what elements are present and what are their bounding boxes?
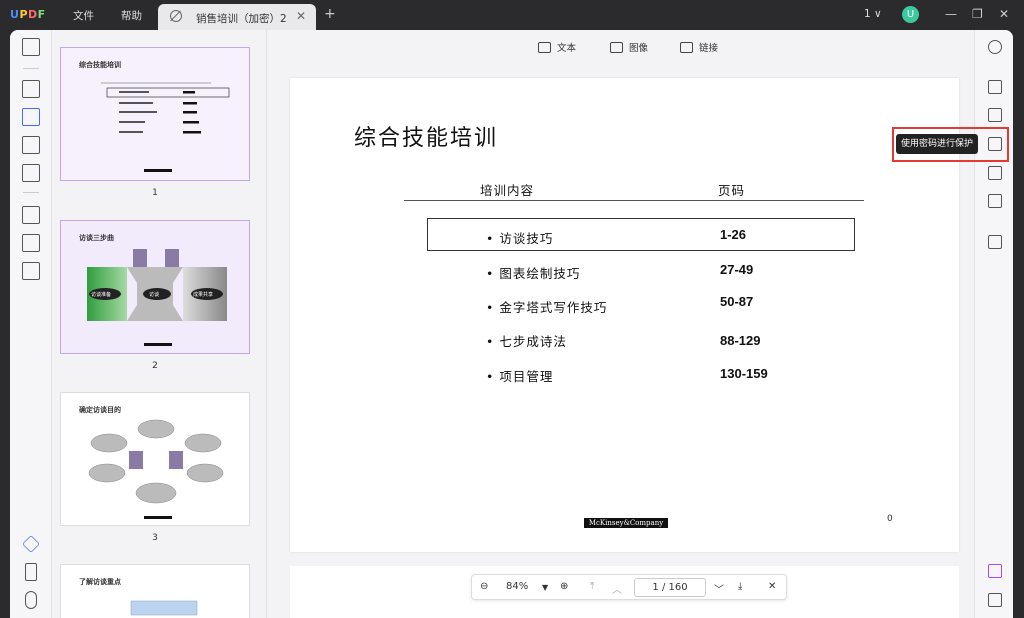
toc-pages[interactable]: 88-129 (720, 333, 760, 348)
attachment-icon[interactable] (25, 591, 37, 609)
toc-pages[interactable]: 1-26 (720, 227, 746, 242)
thumbnail-diagram (130, 600, 198, 616)
document-tab[interactable]: 销售培训（加密）2 ✕ (158, 4, 316, 30)
close-zoom-bar-icon[interactable]: ✕ (768, 581, 776, 592)
window-count-selector[interactable]: 1 ∨ (864, 8, 882, 20)
thumbnail-panel: 综合技能培训 1 访谈三步曲 访谈准备 访谈 成果共享 2 确定访谈目的 3 了… (52, 30, 267, 618)
table-header-content[interactable]: 培训内容 (480, 180, 534, 199)
comment-icon[interactable] (22, 80, 40, 98)
close-tab-icon[interactable]: ✕ (296, 9, 306, 23)
save-icon[interactable] (988, 235, 1002, 249)
page-tools-icon[interactable] (22, 206, 40, 224)
menu-help[interactable]: 帮助 (121, 8, 142, 23)
zoom-dropdown-icon[interactable]: ▼ (542, 583, 548, 592)
thumbnail-page-4[interactable]: 了解访谈重点 (60, 564, 250, 618)
toc-pages[interactable]: 27-49 (720, 262, 753, 277)
thumbnail-page-1[interactable]: 综合技能培训 (60, 47, 250, 181)
mckinsey-logo: McKinsey&Company (584, 518, 668, 528)
image-icon (610, 42, 623, 53)
toc-pages[interactable]: 130-159 (720, 366, 768, 381)
zoom-in-icon[interactable]: ⊕ (560, 581, 568, 592)
last-page-icon[interactable]: ⤓ (738, 581, 742, 592)
chevron-down-icon: ∨ (874, 8, 882, 20)
thumbnail-page-2[interactable]: 访谈三步曲 访谈准备 访谈 成果共享 (60, 220, 250, 354)
feedback-icon[interactable] (988, 593, 1002, 607)
thumbnail-content (101, 82, 230, 172)
minimize-icon[interactable]: — (945, 7, 957, 21)
text-icon (538, 42, 551, 53)
right-toolbar (974, 30, 1013, 618)
app-window: 综合技能培训 1 访谈三步曲 访谈准备 访谈 成果共享 2 确定访谈目的 3 了… (10, 30, 1013, 618)
restore-icon[interactable]: ❐ (972, 7, 983, 21)
toc-item[interactable]: • 项目管理 (486, 366, 553, 385)
form-icon[interactable] (22, 164, 40, 182)
first-page-icon[interactable]: ⤒ (590, 581, 594, 592)
toc-item[interactable]: • 七步成诗法 (486, 331, 567, 350)
thumbnail-page-3[interactable]: 确定访谈目的 (60, 392, 250, 526)
zoom-level[interactable]: 84% (506, 581, 528, 592)
ai-assistant-icon[interactable] (988, 564, 1002, 578)
toc-pages[interactable]: 50-87 (720, 294, 753, 309)
toc-item[interactable]: • 金字塔式写作技巧 (486, 297, 607, 316)
document-view: 文本 图像 链接 综合技能培训 培训内容 页码 • 访谈技巧 1-26 • 图表… (268, 30, 973, 618)
thumbnail-number: 1 (152, 188, 158, 198)
app-logo[interactable]: UPDF (10, 8, 46, 21)
thumbnail-diagram (87, 249, 227, 346)
divider (23, 192, 39, 193)
convert-icon[interactable] (988, 108, 1002, 122)
ocr-icon[interactable] (988, 80, 1002, 94)
reader-icon[interactable] (22, 38, 40, 56)
divider (23, 68, 39, 69)
new-tab-button[interactable]: + (324, 6, 336, 22)
diagram-label: 访谈准备 (91, 292, 112, 298)
document-tab-title: 销售培训（加密）2 (196, 13, 287, 25)
next-page-icon[interactable]: ﹀ (714, 581, 724, 596)
email-icon[interactable] (988, 194, 1002, 208)
avatar[interactable]: U (902, 6, 919, 23)
page-number-input[interactable]: 1 / 160 (634, 578, 706, 597)
close-window-icon[interactable]: ✕ (999, 7, 1009, 21)
add-link-button[interactable]: 链接 (680, 40, 718, 54)
no-edit-icon (170, 10, 182, 22)
menu-file[interactable]: 文件 (73, 8, 94, 23)
page-title[interactable]: 综合技能培训 (354, 120, 498, 152)
title-bar: UPDF 文件 帮助 销售培训（加密）2 ✕ + 1 ∨ U — ❐ ✕ (0, 0, 1024, 30)
thumbnail-number: 2 (152, 361, 158, 371)
prev-page-icon[interactable]: ︿ (612, 581, 622, 596)
table-header-pages[interactable]: 页码 (718, 180, 745, 199)
zoom-out-icon[interactable]: ⊖ (480, 581, 488, 592)
toc-item[interactable]: • 访谈技巧 (486, 228, 553, 247)
left-toolbar (10, 30, 52, 618)
ocr-icon[interactable] (22, 262, 40, 280)
search-icon[interactable] (988, 40, 1002, 54)
edit-pdf-icon[interactable] (22, 108, 40, 126)
layers-icon[interactable] (22, 535, 40, 553)
highlight-annotation (892, 127, 1009, 162)
organize-pages-icon[interactable] (22, 136, 40, 154)
edit-toolbar: 文本 图像 链接 (268, 38, 973, 58)
crop-icon[interactable] (22, 234, 40, 252)
page-number: 0 (887, 514, 893, 524)
diagram-label: 成果共享 (193, 292, 214, 298)
add-text-button[interactable]: 文本 (538, 40, 576, 54)
toc-item[interactable]: • 图表绘制技巧 (486, 263, 580, 282)
add-image-button[interactable]: 图像 (610, 40, 648, 54)
header-rule (404, 200, 864, 201)
bookmark-icon[interactable] (25, 563, 37, 581)
diagram-label: 访谈 (149, 292, 160, 298)
thumbnail-number: 3 (152, 533, 158, 543)
pdf-page[interactable]: 综合技能培训 培训内容 页码 • 访谈技巧 1-26 • 图表绘制技巧 27-4… (290, 78, 959, 552)
thumbnail-diagram (88, 419, 224, 519)
zoom-bar: ⊖ 84% ▼ ⊕ ⤒ ︿ 1 / 160 ﹀ ⤓ ✕ (471, 574, 787, 600)
link-icon (680, 42, 693, 53)
share-icon[interactable] (988, 166, 1002, 180)
